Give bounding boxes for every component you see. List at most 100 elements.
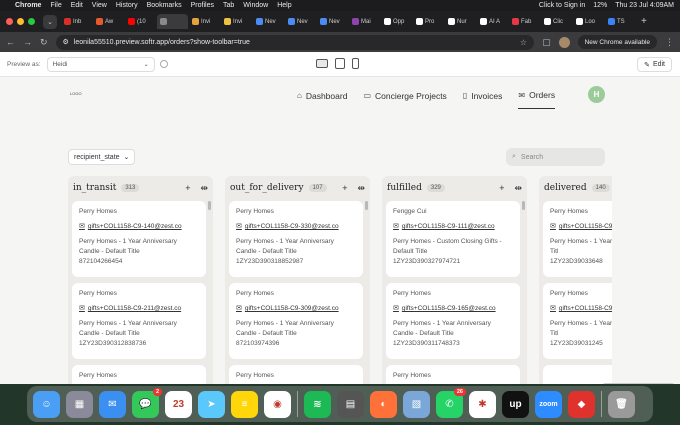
new-tab-button[interactable]: + — [641, 16, 647, 27]
nav-item-orders[interactable]: ✉ Orders — [518, 90, 556, 109]
nav-item-invoices[interactable]: ▯ Invoices — [463, 90, 503, 109]
menu-file[interactable]: File — [50, 2, 61, 9]
back-arrow-icon[interactable]: ← — [6, 37, 15, 47]
menu-window[interactable]: Window — [243, 2, 268, 9]
zoom-icon[interactable]: zoom — [535, 390, 562, 418]
email-link[interactable]: gifts+COL1158-C9 — [559, 304, 612, 314]
user-avatar[interactable]: H — [588, 86, 605, 103]
upwork-icon[interactable]: up — [502, 390, 529, 418]
add-card-icon[interactable]: + — [185, 183, 190, 194]
email-link[interactable]: gifts+COL1158-C9-111@zest.co — [402, 222, 495, 232]
email-link[interactable]: gifts+COL1158-C9-140@zest.co — [88, 222, 182, 232]
recipient-state-filter[interactable]: recipient_state ⌄ — [68, 149, 136, 165]
order-card[interactable]: Perry Homes ✉ gifts+COL1158-C9 Perry Homes … — [543, 283, 612, 359]
desktop-view-icon[interactable] — [316, 59, 328, 68]
card-email[interactable]: ✉ gifts+COL1158-C9-330@zest.co — [236, 222, 356, 233]
order-card[interactable]: Perry Homes — [229, 365, 363, 384]
email-link[interactable]: gifts+COL1158-C9-211@zest.co — [88, 304, 181, 314]
tab-search-button[interactable]: ⌄ — [43, 14, 57, 29]
trash-icon[interactable]: 🗑 — [608, 390, 635, 418]
menu-tab[interactable]: Tab — [223, 2, 234, 9]
preview-app-icon[interactable]: ▧ — [403, 390, 430, 418]
browser-tab[interactable]: Nur — [445, 14, 476, 29]
new-chrome-available-button[interactable]: New Chrome available — [577, 35, 657, 49]
card-email[interactable]: ✉ gifts+COL1158-C9-309@zest.co — [236, 304, 356, 315]
maps-icon[interactable]: ➤ — [198, 390, 225, 418]
extensions-icon[interactable]: ▢ — [542, 37, 551, 48]
add-card-icon[interactable]: + — [499, 183, 504, 194]
menu-bookmarks[interactable]: Bookmarks — [147, 2, 182, 9]
card-email[interactable]: ✉ gifts+COL1158-C9-140@zest.co — [79, 222, 199, 233]
browser-tab[interactable] — [157, 14, 188, 29]
collapse-column-icon[interactable]: ⇹ — [200, 183, 208, 194]
mail-app-icon[interactable]: ✉ — [99, 390, 126, 418]
browser-tab[interactable]: Clic — [541, 14, 572, 29]
search-input[interactable]: ⌕ Search — [506, 148, 605, 166]
firefox-icon[interactable]: ◐ — [370, 390, 397, 418]
nav-item-concierge-projects[interactable]: ▭ Concierge Projects — [363, 90, 446, 109]
calculator-icon[interactable]: ▤ — [337, 390, 364, 418]
column-scrollbar[interactable] — [365, 201, 368, 210]
nav-item-dashboard[interactable]: ⌂ Dashboard — [297, 90, 347, 109]
bookmark-star-icon[interactable]: ☆ — [520, 38, 527, 47]
browser-tab[interactable]: Loo — [573, 14, 604, 29]
card-email[interactable]: ✉ gifts+COL1158-C9 — [550, 222, 612, 233]
minimize-window-button[interactable] — [17, 18, 24, 25]
order-card[interactable]: Perry Homes ✉ gifts+COL1158-C9-140@zest.co… — [72, 201, 206, 277]
anydesk-icon[interactable]: ◆ — [568, 390, 595, 418]
address-bar[interactable]: ⚙ leonila55510.preview.softr.app/orders?… — [55, 34, 535, 50]
zoom-window-button[interactable] — [28, 18, 35, 25]
app-logo[interactable]: LOGO — [70, 91, 82, 96]
notes-icon[interactable]: ≡ — [231, 390, 258, 418]
order-card[interactable]: Perry Homes ✉ gifts+COL1158-C9-211@zest.co… — [72, 283, 206, 359]
card-email[interactable]: ✉ gifts+COL1158-C9-111@zest.co — [393, 222, 513, 233]
browser-tab[interactable]: Aw — [93, 14, 124, 29]
card-email[interactable]: ✉ gifts+COL1158-C9-211@zest.co — [79, 304, 199, 315]
mobile-view-icon[interactable] — [352, 58, 359, 69]
menu-view[interactable]: View — [92, 2, 107, 9]
order-card[interactable]: Perry Homes ✉ gifts+COL1158-C9-309@zest.co… — [229, 283, 363, 359]
launchpad-icon[interactable]: ▦ — [66, 390, 93, 418]
email-link[interactable]: gifts+COL1158-C9-309@zest.co — [245, 304, 339, 314]
battery-percent[interactable]: 12% — [593, 2, 607, 9]
calendar-icon[interactable]: 23 — [165, 390, 192, 418]
browser-tab[interactable]: Pro — [413, 14, 444, 29]
column-scrollbar[interactable] — [208, 201, 211, 210]
column-scrollbar[interactable] — [522, 201, 525, 210]
order-card[interactable] — [543, 365, 612, 384]
email-link[interactable]: gifts+COL1158-C9 — [559, 222, 612, 232]
browser-tab[interactable]: AI A — [477, 14, 508, 29]
info-icon[interactable] — [159, 60, 168, 68]
more-menu-icon[interactable]: ⋮ — [665, 37, 674, 48]
whatsapp-icon[interactable]: ✆ 26 — [436, 387, 466, 418]
url-text[interactable]: leonila55510.preview.softr.app/orders?sh… — [74, 39, 250, 46]
edit-button[interactable]: ✎ Edit — [637, 57, 672, 72]
messages-icon[interactable]: 💬 2 — [132, 387, 162, 418]
order-card[interactable]: Perry Homes ✉ gifts+COL1158-C9-330@zest.co… — [229, 201, 363, 277]
browser-tab[interactable]: Fab — [509, 14, 540, 29]
chrome-icon[interactable]: ◉ — [264, 390, 291, 418]
menu-profiles[interactable]: Profiles — [191, 2, 214, 9]
browser-tab[interactable]: Nev — [253, 14, 284, 29]
menu-app-name[interactable]: Chrome — [15, 2, 41, 9]
email-link[interactable]: gifts+COL1158-C9-330@zest.co — [245, 222, 339, 232]
order-card[interactable]: Perry Homes — [386, 365, 520, 384]
menu-history[interactable]: History — [116, 2, 138, 9]
menu-help[interactable]: Help — [277, 2, 291, 9]
finder-icon[interactable]: ☺ — [33, 390, 60, 418]
tablet-view-icon[interactable] — [335, 58, 345, 69]
forward-arrow-icon[interactable]: → — [23, 37, 32, 47]
card-email[interactable]: ✉ gifts+COL1158-C9-165@zest.co — [393, 304, 513, 315]
order-card[interactable]: Fengge Cui ✉ gifts+COL1158-C9-111@zest.co P… — [386, 201, 520, 277]
browser-tab[interactable]: Mai — [349, 14, 380, 29]
card-email[interactable]: ✉ gifts+COL1158-C9 — [550, 304, 612, 315]
add-card-icon[interactable]: + — [342, 183, 347, 194]
reload-icon[interactable]: ↻ — [40, 37, 48, 48]
browser-tab[interactable]: Nev — [285, 14, 316, 29]
browser-tab[interactable]: Inb — [61, 14, 92, 29]
slack-icon[interactable]: ✱ — [469, 390, 496, 418]
browser-tab[interactable]: Invi — [221, 14, 252, 29]
preview-user-select[interactable]: Heidi ⌄ — [46, 56, 155, 72]
order-card[interactable]: Perry Homes — [72, 365, 206, 384]
site-info-icon[interactable]: ⚙ — [63, 38, 69, 46]
